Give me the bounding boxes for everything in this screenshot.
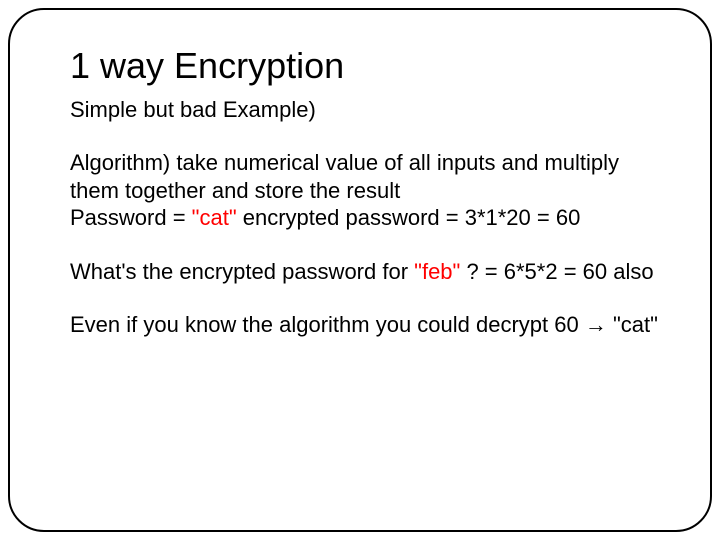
slide-title: 1 way Encryption [70, 46, 660, 86]
decrypt-block: Even if you know the algorithm you could… [70, 311, 660, 339]
algorithm-text: Algorithm) take numerical value of all i… [70, 150, 619, 203]
decrypt-pre: Even if you know the algorithm you could… [70, 312, 585, 337]
subtitle-line: Simple but bad Example) [70, 96, 660, 124]
password-pre: Password = [70, 205, 192, 230]
feb-word: "feb" [414, 259, 460, 284]
decrypt-post: "cat" [607, 312, 658, 337]
password-post: encrypted password = 3*1*20 = 60 [237, 205, 581, 230]
arrow-icon: → [585, 312, 607, 337]
feb-block: What's the encrypted password for "feb" … [70, 258, 660, 286]
password-cat: "cat" [192, 205, 237, 230]
slide-body: Simple but bad Example) Algorithm) take … [70, 96, 660, 339]
feb-pre: What's the encrypted password for [70, 259, 414, 284]
feb-post: ? = 6*5*2 = 60 also [460, 259, 653, 284]
slide-frame: 1 way Encryption Simple but bad Example)… [8, 8, 712, 532]
algorithm-block: Algorithm) take numerical value of all i… [70, 149, 660, 232]
